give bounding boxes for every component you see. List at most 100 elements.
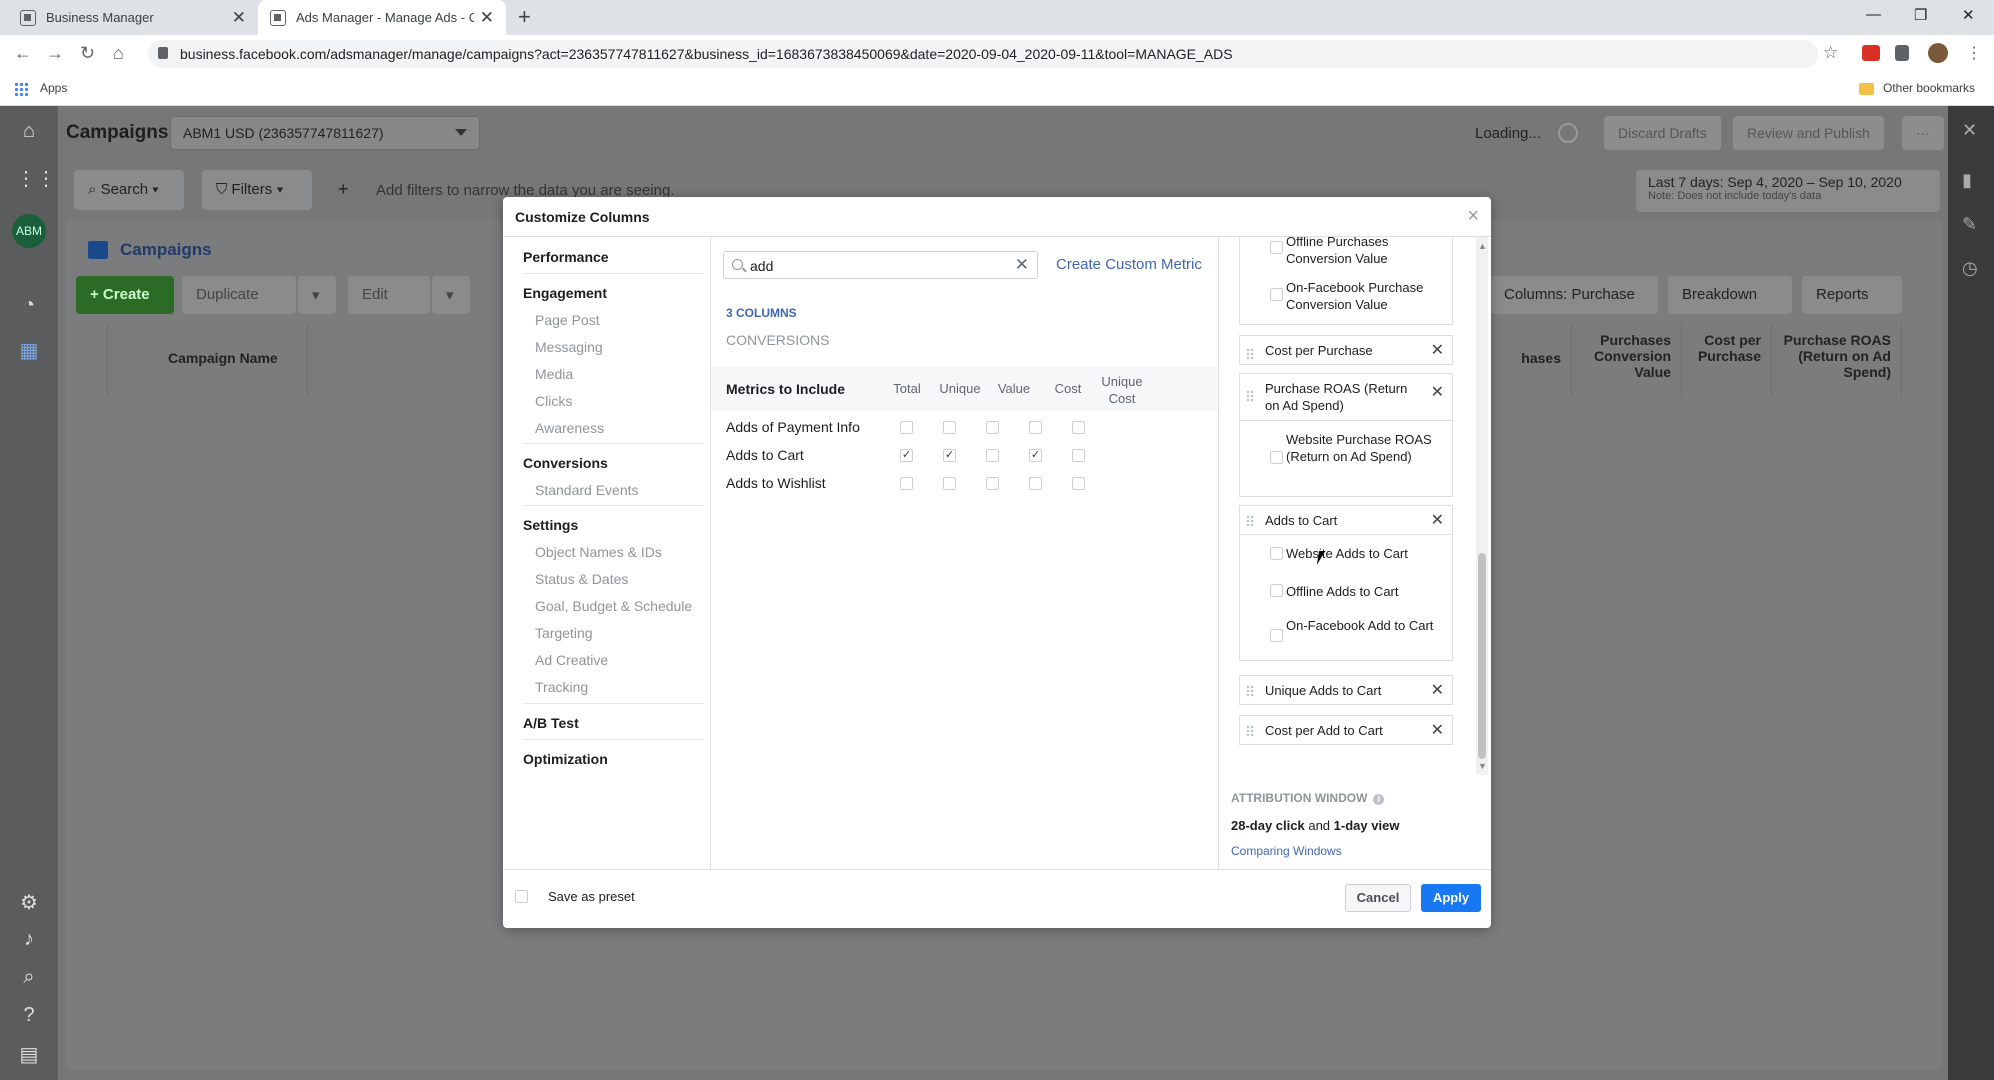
reload-icon[interactable]: ↻ [80,43,95,64]
col-purchases-conversion-value[interactable]: Purchases Conversion Value [1572,324,1682,396]
selected-column-card[interactable]: Cost per Purchase ✕ [1239,335,1453,365]
review-publish-button[interactable]: Review and Publish [1733,116,1884,150]
chart-icon[interactable]: ▮ [1962,170,1972,191]
checkbox[interactable] [1270,547,1283,560]
create-custom-metric-link[interactable]: Create Custom Metric [1056,256,1202,273]
metric-search-input[interactable] [750,256,1000,276]
home-icon[interactable]: ⌂ [113,43,124,64]
dashboard-gauge-icon[interactable]: ◔ [16,294,42,320]
edit-button[interactable]: Edit [348,276,430,314]
metric-checkbox[interactable] [986,449,999,462]
select-all-checkbox[interactable] [66,324,108,396]
columns-button[interactable]: Columns: Purchase [1490,276,1658,314]
clear-search-icon[interactable]: ✕ [1015,255,1029,275]
metric-checkbox[interactable]: ✓ [900,449,913,462]
apps-menu-icon[interactable]: ⋮⋮ [16,166,56,192]
metric-checkbox[interactable] [1072,449,1085,462]
new-tab-icon[interactable]: + [518,4,531,30]
nav-clicks[interactable]: Clicks [535,393,572,409]
col-purchase-roas[interactable]: Purchase ROAS (Return on Ad Spend) [1772,324,1902,396]
apps-grid-icon[interactable] [14,82,28,96]
maximize-icon[interactable]: ❐ [1914,6,1927,24]
metric-checkbox[interactable] [1072,421,1085,434]
nav-page-post[interactable]: Page Post [535,312,600,328]
campaigns-tab[interactable]: Campaigns [120,240,212,260]
nav-goal-budget[interactable]: Goal, Budget & Schedule [535,598,692,614]
account-selector[interactable]: ABM1 USD (236357747811627) [170,116,480,150]
selected-sub-item[interactable]: On-Facebook Purchase Conversion Value [1239,269,1453,325]
apply-button[interactable]: Apply [1421,884,1481,912]
metric-checkbox[interactable] [986,477,999,490]
selected-sub-item[interactable]: Website Purchase ROAS (Return on Ad Spen… [1239,421,1453,497]
other-bookmarks[interactable]: Other bookmarks [1883,81,1975,95]
cancel-button[interactable]: Cancel [1345,884,1411,912]
sidebar-toggle-icon[interactable]: ▤ [16,1042,42,1068]
col-campaign-name[interactable]: Campaign Name [108,324,308,396]
selected-column-card[interactable]: Unique Adds to Cart ✕ [1239,675,1453,705]
date-range-picker[interactable]: Last 7 days: Sep 4, 2020 – Sep 10, 2020 … [1636,170,1940,212]
checkbox[interactable] [1270,241,1283,254]
reports-button[interactable]: Reports [1802,276,1902,314]
extensions-puzzle-icon[interactable] [1895,45,1909,61]
tab-business-manager[interactable]: Business Manager ✕ [8,0,258,35]
selected-sub-item[interactable]: On-Facebook Add to Cart [1239,611,1453,661]
help-icon[interactable]: ? [16,1004,42,1030]
metric-checkbox[interactable] [1072,477,1085,490]
extension-icon[interactable] [1862,45,1880,61]
tab-ads-manager[interactable]: Ads Manager - Manage Ads - Ca ✕ [258,0,506,35]
table-icon[interactable]: ▦ [16,338,42,364]
close-icon[interactable]: × [1467,205,1479,228]
create-button[interactable]: + Create [76,276,174,314]
scroll-up-icon[interactable]: ▲ [1478,241,1487,251]
nav-targeting[interactable]: Targeting [535,625,593,641]
breakdown-button[interactable]: Breakdown [1668,276,1792,314]
close-panel-icon[interactable]: ✕ [1962,120,1977,141]
url-field[interactable]: business.facebook.com/adsmanager/manage/… [148,40,1818,68]
selected-column-card[interactable]: Purchase ROAS (Return on Ad Spend) ✕ [1239,373,1453,421]
nav-conversions[interactable]: Conversions [523,455,608,471]
close-tab-icon[interactable]: ✕ [232,8,246,28]
nav-ab-test[interactable]: A/B Test [523,715,579,731]
selected-column-card[interactable]: Adds to Cart ✕ [1239,505,1453,535]
col-purchases[interactable]: hases [1492,324,1572,396]
nav-status-dates[interactable]: Status & Dates [535,571,628,587]
discard-drafts-button[interactable]: Discard Drafts [1604,116,1721,150]
minimize-icon[interactable]: — [1866,6,1881,23]
selected-column-card[interactable]: Cost per Add to Cart ✕ [1239,715,1453,745]
drag-handle-icon[interactable] [1246,515,1254,527]
remove-column-icon[interactable]: ✕ [1431,510,1444,530]
checkbox[interactable] [1270,629,1283,642]
close-window-icon[interactable]: ✕ [1962,6,1975,24]
remove-column-icon[interactable]: ✕ [1431,340,1444,360]
browser-menu-icon[interactable]: ⋮ [1966,43,1982,63]
scroll-down-icon[interactable]: ▼ [1478,761,1487,771]
remove-column-icon[interactable]: ✕ [1431,720,1444,740]
duplicate-button[interactable]: Duplicate [182,276,296,314]
filters-button[interactable]: ⛉ Filters ▾ [202,170,312,210]
drag-handle-icon[interactable] [1246,348,1254,360]
metric-checkbox[interactable]: ✓ [1029,449,1042,462]
selected-sub-item[interactable]: Offline Adds to Cart [1239,573,1453,611]
search-button[interactable]: ⌕ Search ▾ [74,170,184,210]
metric-checkbox[interactable] [943,477,956,490]
home-icon[interactable]: ⌂ [16,120,42,146]
close-tab-icon[interactable]: ✕ [480,8,494,28]
nav-object-names[interactable]: Object Names & IDs [535,544,662,560]
nav-tracking[interactable]: Tracking [535,679,588,695]
comparing-windows-link[interactable]: Comparing Windows [1231,844,1342,858]
checkbox[interactable] [1270,451,1283,464]
more-options-button[interactable]: ··· [1902,116,1944,150]
metric-checkbox[interactable] [1029,421,1042,434]
clock-icon[interactable]: ◷ [1962,258,1978,279]
metric-checkbox[interactable] [900,421,913,434]
metric-checkbox[interactable] [943,421,956,434]
back-icon[interactable]: ← [14,43,32,64]
checkbox[interactable] [1270,288,1283,301]
drag-handle-icon[interactable] [1246,390,1254,402]
duplicate-dropdown-icon[interactable]: ▾ [298,276,336,314]
drag-handle-icon[interactable] [1246,725,1254,737]
nav-messaging[interactable]: Messaging [535,339,603,355]
nav-settings[interactable]: Settings [523,517,578,533]
bookmark-star-icon[interactable]: ☆ [1823,43,1838,63]
search-icon[interactable]: ⌕ [16,966,42,992]
